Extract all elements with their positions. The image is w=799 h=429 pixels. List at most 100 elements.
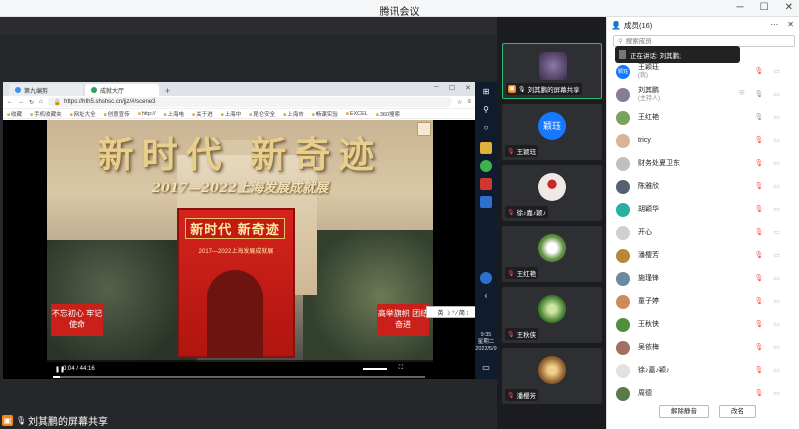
bookmark-item[interactable]: 网址大全 [70, 110, 96, 118]
meeting-app-icon[interactable] [480, 196, 492, 208]
participant-tile[interactable]: 🎙 徐♪嘉♪颖♪ [502, 165, 602, 221]
powerpoint-icon[interactable] [480, 178, 492, 190]
minimize-icon[interactable]: ─ [434, 84, 439, 92]
new-tab-icon[interactable]: + [161, 86, 174, 96]
bookmark-item[interactable]: 上海电 [163, 110, 185, 118]
participant-tile[interactable]: ▣ 🎙 刘其鹏的屏幕共享 [502, 43, 602, 99]
mic-muted-icon[interactable]: 🎙 [754, 136, 763, 144]
cortana-icon[interactable]: ○ [480, 122, 492, 134]
camera-off-icon[interactable]: ▭ [773, 136, 780, 144]
member-row[interactable]: tricy 🎙 ▭ [607, 129, 799, 152]
member-row[interactable]: 吴依梅 🎙 ▭ [607, 336, 799, 359]
maximize-icon[interactable]: ☐ [760, 2, 769, 13]
member-row[interactable]: 陈雅欣 🎙 ▭ [607, 175, 799, 198]
windows-start-icon[interactable]: ⊞ [480, 86, 492, 98]
camera-off-icon[interactable]: ▭ [773, 182, 780, 190]
member-row[interactable]: 王秋侠 🎙 ▭ [607, 313, 799, 336]
mic-muted-icon[interactable]: 🎙 [754, 343, 763, 351]
mic-muted-icon[interactable]: 🎙 [754, 228, 763, 236]
camera-off-icon[interactable]: ▭ [773, 159, 780, 167]
bookmark-item[interactable]: 昆仑安全 [249, 110, 275, 118]
participant-tile[interactable]: 🎙 潘樱芳 [502, 348, 602, 404]
camera-off-icon[interactable]: ▭ [773, 297, 780, 305]
member-row[interactable]: 施瑾锋 🎙 ▭ [607, 267, 799, 290]
bookmark-item[interactable]: 上海中 [221, 110, 242, 118]
camera-off-icon[interactable]: ▭ [773, 251, 780, 259]
participant-tile[interactable]: 颖珏 🎙 王颖珏 [502, 104, 602, 160]
member-search-input[interactable] [625, 37, 776, 45]
camera-off-icon[interactable]: ▭ [773, 228, 780, 236]
close-icon[interactable]: ✕ [785, 2, 793, 13]
mic-muted-icon[interactable]: 🎙 [754, 67, 763, 75]
more-options-icon[interactable]: ⋯ [770, 20, 778, 29]
bookmark-item[interactable]: 关于进 [192, 110, 213, 118]
member-name: 王秋侠 [638, 320, 659, 328]
member-row[interactable]: 王红艳 🎙 ▭ [607, 106, 799, 129]
bookmark-item[interactable]: 收藏 [7, 110, 22, 118]
member-row[interactable]: 财务处夏卫东 🎙 ▭ [607, 152, 799, 175]
notification-icon[interactable]: ▭ [480, 362, 492, 374]
member-row[interactable]: 童子婷 🎙 ▭ [607, 290, 799, 313]
minimize-icon[interactable]: ─ [737, 2, 744, 13]
member-row[interactable]: 刘其鹏 (主持人) ⛨ 🎙 ▭ [607, 83, 799, 106]
camera-off-icon[interactable]: ▭ [773, 205, 780, 213]
video-player[interactable]: 新时代 新奇迹 2017—2022上海发展成就展 新时代 新奇迹 2017—20… [47, 120, 433, 362]
file-explorer-icon[interactable] [480, 142, 492, 154]
mic-icon[interactable]: 🎙 [754, 113, 763, 121]
tray-chevron-icon[interactable]: ‹ [480, 290, 492, 302]
browser-tab-active[interactable]: 成就大厅 [85, 84, 159, 96]
mic-muted-icon[interactable]: 🎙 [754, 251, 763, 259]
member-row[interactable]: 开心 🎙 ▭ [607, 221, 799, 244]
reload-icon[interactable]: ↻ [29, 99, 34, 106]
taskbar-clock[interactable]: 9:35 星期二 2022/5/9 [475, 332, 497, 353]
participant-name: 王红艳 [516, 271, 537, 278]
participant-tile[interactable]: 🎙 王秋侠 [502, 287, 602, 343]
mic-muted-icon[interactable]: 🎙 [754, 159, 763, 167]
camera-off-icon[interactable]: ▭ [773, 320, 780, 328]
camera-off-icon[interactable]: ▭ [773, 343, 780, 351]
bookmark-item[interactable]: 创意宣传 [104, 110, 130, 118]
volume-slider[interactable] [363, 368, 387, 370]
maximize-icon[interactable]: ☐ [449, 84, 455, 92]
video-progress-bar[interactable] [53, 376, 425, 378]
member-row[interactable]: 胡颖华 🎙 ▭ [607, 198, 799, 221]
mic-muted-icon[interactable]: 🎙 [754, 274, 763, 282]
home-icon[interactable]: ⌂ [39, 99, 43, 105]
close-icon[interactable]: ✕ [465, 84, 471, 92]
rename-button[interactable]: 改名 [719, 405, 756, 418]
member-row[interactable]: 潘樱芳 🎙 ▭ [607, 244, 799, 267]
bookmark-item[interactable]: EXCEL [346, 111, 368, 117]
mic-muted-icon[interactable]: 🎙 [754, 297, 763, 305]
ime-toolbar[interactable]: 英 ☽ ° ⁄ 简 ⁝ [426, 306, 480, 318]
fullscreen-icon[interactable]: ⛶ [399, 365, 403, 372]
app-icon[interactable] [480, 160, 492, 172]
mic-icon[interactable]: 🎙 [754, 90, 763, 98]
tray-app-icon[interactable] [480, 272, 492, 284]
address-bar[interactable]: 🔒 https://hth5.shshsc.cn/jjz/#/scene3 [47, 97, 453, 107]
mic-muted-icon[interactable]: 🎙 [754, 205, 763, 213]
bookmark-star-icon[interactable]: ☆ [457, 99, 462, 106]
camera-off-icon[interactable]: ▭ [773, 366, 780, 374]
camera-off-icon[interactable]: ▭ [773, 90, 780, 98]
mic-muted-icon[interactable]: 🎙 [754, 320, 763, 328]
member-row[interactable]: 颖珏 王颖珏 (我) 🎙 ▭ [607, 60, 799, 83]
mic-muted-icon[interactable]: 🎙 [754, 366, 763, 374]
member-row[interactable]: 徐♪嘉♪颖♪ 🎙 ▭ [607, 359, 799, 382]
bookmark-item[interactable]: http:// [138, 111, 156, 117]
camera-off-icon[interactable]: ▭ [773, 113, 780, 121]
bookmark-item[interactable]: 手机收藏夹 [30, 110, 62, 118]
bookmark-item[interactable]: 上海市 [283, 110, 304, 118]
participant-tile[interactable]: 🎙 王红艳 [502, 226, 602, 282]
camera-off-icon[interactable]: ▭ [773, 274, 780, 282]
menu-icon[interactable]: ≡ [467, 99, 471, 105]
camera-off-icon[interactable]: ▭ [773, 67, 780, 75]
back-icon[interactable]: ← [7, 99, 13, 105]
bookmark-item[interactable]: 畅课实验 [312, 110, 338, 118]
close-panel-icon[interactable]: ✕ [787, 20, 794, 29]
search-icon[interactable]: ⚲ [480, 104, 492, 116]
unmute-button[interactable]: 解除静音 [659, 405, 709, 418]
forward-icon[interactable]: → [18, 99, 24, 105]
browser-tab[interactable]: 第九编剪 [9, 84, 83, 96]
mic-muted-icon[interactable]: 🎙 [754, 182, 763, 190]
bookmark-item[interactable]: 360搜索 [376, 110, 400, 118]
